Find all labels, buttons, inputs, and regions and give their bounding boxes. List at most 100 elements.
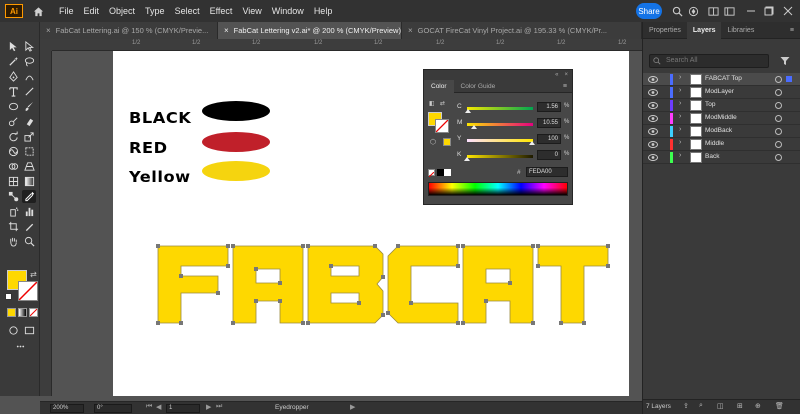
column-graph-tool-icon[interactable] <box>22 205 36 218</box>
layer-target-icon[interactable] <box>775 115 782 122</box>
document-tab-3[interactable]: × GOCAT FireCat Vinyl Project.ai @ 195.3… <box>402 22 642 39</box>
menu-select[interactable]: Select <box>175 6 200 16</box>
delete-layer-icon[interactable]: 🗑 <box>775 402 784 410</box>
white-swatch[interactable] <box>444 169 451 176</box>
shaper-tool-icon[interactable] <box>6 115 20 128</box>
menu-view[interactable]: View <box>242 6 261 16</box>
curvature-tool-icon[interactable] <box>22 70 36 83</box>
tab-properties[interactable]: Properties <box>643 22 687 39</box>
last-artboard-icon[interactable]: ⏭ <box>216 403 222 411</box>
previous-artboard-icon[interactable]: ◀ <box>156 403 161 411</box>
expand-layer-icon[interactable]: › <box>679 100 681 107</box>
change-screen-mode-icon[interactable] <box>22 324 36 337</box>
first-artboard-icon[interactable]: ⏮ <box>146 403 152 411</box>
close-tab-icon[interactable]: × <box>224 26 229 35</box>
visibility-eye-icon[interactable] <box>648 153 658 162</box>
close-tab-icon[interactable]: × <box>408 26 413 35</box>
slider-track[interactable] <box>467 139 533 142</box>
paintbrush-tool-icon[interactable] <box>22 100 36 113</box>
stroke-swatch[interactable] <box>18 281 38 301</box>
artboard-tool-icon[interactable] <box>6 220 20 233</box>
slider-value[interactable]: 100 <box>537 134 561 144</box>
panel-header[interactable]: « × <box>424 70 572 80</box>
visibility-eye-icon[interactable] <box>648 88 658 97</box>
slider-thumb[interactable] <box>528 141 535 145</box>
magenta-slider[interactable]: M 10.55 % <box>457 118 569 130</box>
layer-row[interactable]: › ModLayer <box>643 86 800 99</box>
slider-track[interactable] <box>467 107 533 110</box>
cyan-slider[interactable]: C 1.56 % <box>457 102 569 114</box>
blend-tool-icon[interactable] <box>6 190 20 203</box>
visibility-eye-icon[interactable] <box>648 140 658 149</box>
default-fill-stroke-icon[interactable] <box>5 293 12 300</box>
search-icon[interactable] <box>670 4 684 18</box>
lasso-tool-icon[interactable] <box>22 55 36 68</box>
slider-thumb[interactable] <box>471 125 478 129</box>
layer-row[interactable]: › ModMiddle <box>643 112 800 125</box>
visibility-eye-icon[interactable] <box>648 75 658 84</box>
share-button[interactable]: Share <box>636 3 662 19</box>
layer-target-icon[interactable] <box>775 89 782 96</box>
type-tool-icon[interactable] <box>6 85 20 98</box>
layer-name[interactable]: ModMiddle <box>705 114 737 121</box>
expand-layer-icon[interactable]: › <box>679 87 681 94</box>
layer-row[interactable]: › Middle <box>643 138 800 151</box>
menu-help[interactable]: Help <box>314 6 333 16</box>
hand-tool-icon[interactable] <box>6 235 20 248</box>
swap-fill-stroke-icon[interactable]: ⇄ <box>30 270 37 279</box>
gamut-swatch[interactable] <box>443 138 451 146</box>
draw-normal-icon[interactable] <box>6 324 20 337</box>
document-tab-1[interactable]: × FabCat Lettering.ai @ 150 % (CMYK/Prev… <box>40 22 218 39</box>
artboard-number-field[interactable]: 1 <box>166 404 200 413</box>
menu-edit[interactable]: Edit <box>84 6 100 16</box>
home-icon[interactable] <box>31 4 45 18</box>
workspace-switcher-icon[interactable] <box>722 4 736 18</box>
color-panel[interactable]: « × Color Color Guide ≡ ◧ ⇄ ⬡ C 1.56 % M… <box>423 69 573 205</box>
expand-layer-icon[interactable]: › <box>679 126 681 133</box>
next-artboard-icon[interactable]: ▶ <box>206 403 211 411</box>
collapse-panel-icon[interactable]: « <box>555 72 558 78</box>
menu-window[interactable]: Window <box>272 6 304 16</box>
fabcat-lettering[interactable] <box>153 241 613 329</box>
symbol-sprayer-tool-icon[interactable] <box>6 205 20 218</box>
tab-color-guide[interactable]: Color Guide <box>454 80 503 93</box>
visibility-eye-icon[interactable] <box>648 101 658 110</box>
collect-for-export-icon[interactable]: ⇪ <box>683 402 689 410</box>
rotate-tool-icon[interactable] <box>6 130 20 143</box>
panel-menu-icon[interactable]: ≡ <box>790 27 794 34</box>
slider-thumb[interactable] <box>465 109 472 113</box>
black-slider[interactable]: K 0 % <box>457 150 569 162</box>
expand-layer-icon[interactable]: › <box>679 139 681 146</box>
create-sublayer-icon[interactable]: ⊞ <box>737 402 743 410</box>
layer-target-icon[interactable] <box>775 141 782 148</box>
swap-colors-icon[interactable]: ⇄ <box>440 100 445 107</box>
mesh-tool-icon[interactable] <box>6 175 20 188</box>
vertical-ruler[interactable] <box>40 51 52 396</box>
new-layer-icon[interactable]: ⊕ <box>755 402 761 410</box>
panel-menu-icon[interactable]: ≡ <box>563 83 567 90</box>
color-mode-icon[interactable] <box>7 308 16 317</box>
menu-effect[interactable]: Effect <box>210 6 233 16</box>
slider-value[interactable]: 1.56 <box>537 102 561 112</box>
layer-row[interactable]: › Top <box>643 99 800 112</box>
slider-track[interactable] <box>467 155 533 158</box>
line-segment-tool-icon[interactable] <box>22 85 36 98</box>
warp-tool-icon[interactable] <box>6 145 20 158</box>
menu-object[interactable]: Object <box>109 6 135 16</box>
minimize-icon[interactable] <box>744 4 758 18</box>
status-menu-icon[interactable]: ▶ <box>350 403 355 411</box>
eraser-tool-icon[interactable] <box>22 115 36 128</box>
layer-target-icon[interactable] <box>775 128 782 135</box>
slider-value[interactable]: 0 <box>537 150 561 160</box>
expand-layer-icon[interactable]: › <box>679 152 681 159</box>
hex-input[interactable]: FEDA00 <box>526 167 568 177</box>
layers-search-input[interactable]: Search All <box>649 54 769 68</box>
layer-name[interactable]: Back <box>705 153 719 160</box>
edit-toolbar-icon[interactable] <box>13 340 27 353</box>
visibility-eye-icon[interactable] <box>648 127 658 136</box>
shape-builder-tool-icon[interactable] <box>6 160 20 173</box>
expand-layer-icon[interactable]: › <box>679 74 681 81</box>
layer-row[interactable]: › Back <box>643 151 800 164</box>
close-panel-icon[interactable]: × <box>564 72 568 78</box>
magic-wand-tool-icon[interactable] <box>6 55 20 68</box>
